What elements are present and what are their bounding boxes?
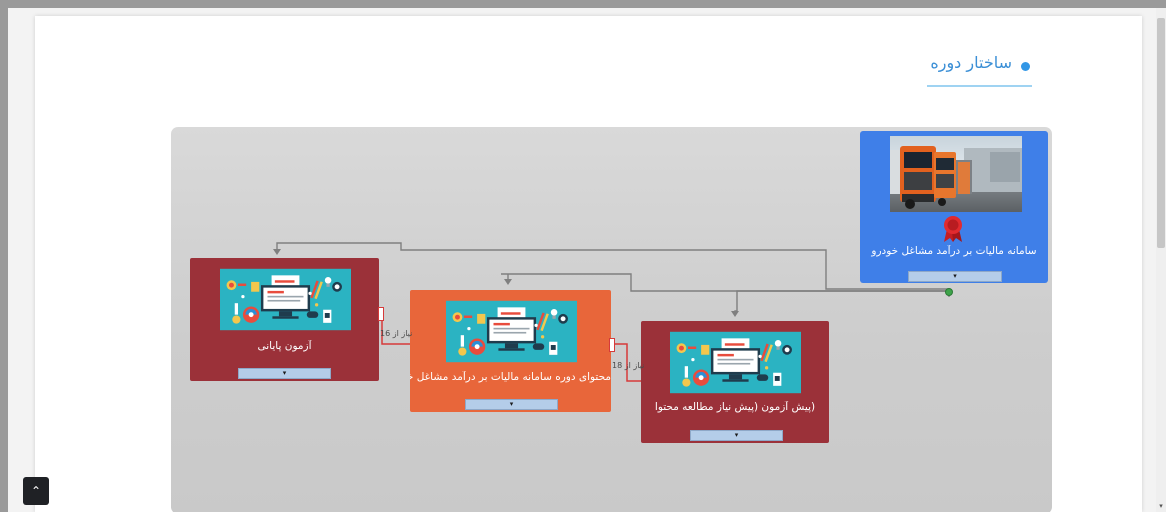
- section-header: ساختار دوره: [927, 49, 1032, 87]
- course-content-node[interactable]: محتوای دوره سامانه مالیات بر درآمد مشاغل…: [410, 290, 611, 412]
- prerequisite-label: نیاز از 18: [612, 361, 644, 370]
- chevron-down-icon: ▾: [734, 431, 739, 439]
- final-exam-expand-button[interactable]: ▾: [238, 368, 331, 379]
- prereq-connector-tab: [609, 338, 615, 352]
- elearning-illustration: [220, 262, 351, 337]
- final-exam-node[interactable]: آزمون پایانی ▾: [190, 258, 379, 381]
- vertical-scrollbar[interactable]: ▾: [1156, 8, 1166, 512]
- elearning-illustration: [670, 325, 801, 400]
- prerequisite-text: نیاز از: [624, 361, 645, 370]
- prerequisite-text: نیاز از: [392, 329, 413, 338]
- course-content-expand-button[interactable]: ▾: [465, 399, 558, 410]
- prerequisite-number: 18: [612, 361, 623, 370]
- pretest-title: (پیش آزمون (پیش نیاز مطالعه محتوا: [654, 401, 816, 413]
- course-structure-diagram: سامانه مالیات بر درآمد مشاغل خودرو ▾ آزم…: [171, 127, 1052, 512]
- scrollbar-thumb[interactable]: [1157, 18, 1165, 248]
- section-title: ساختار دوره: [930, 53, 1012, 72]
- truck-image: [890, 136, 1022, 212]
- chevron-down-icon: ▾: [509, 400, 514, 408]
- chevron-down-icon: ▾: [282, 369, 287, 377]
- final-exam-title: آزمون پایانی: [257, 340, 312, 352]
- chevron-up-icon: ⌃: [30, 484, 42, 498]
- chevron-down-icon: ▾: [953, 272, 957, 280]
- pretest-expand-button[interactable]: ▾: [690, 430, 783, 441]
- section-bullet-icon: [1021, 62, 1030, 71]
- browser-viewport: ساختار دوره سامانه مالیات بر درآمد مشاغل…: [8, 8, 1166, 512]
- prerequisite-number: 16: [380, 329, 391, 338]
- ribbon-award-icon: [942, 215, 964, 243]
- prereq-connector-tab: [378, 307, 384, 321]
- course-connector-dot: [945, 288, 953, 296]
- scroll-down-arrow-icon[interactable]: ▾: [1157, 502, 1165, 510]
- page-content: ساختار دوره سامانه مالیات بر درآمد مشاغل…: [35, 16, 1142, 512]
- pretest-node[interactable]: (پیش آزمون (پیش نیاز مطالعه محتوا ▾: [641, 321, 829, 443]
- prerequisite-label: نیاز از 16: [380, 329, 412, 338]
- course-expand-button[interactable]: ▾: [908, 271, 1002, 282]
- course-node[interactable]: سامانه مالیات بر درآمد مشاغل خودرو ▾: [860, 131, 1048, 283]
- elearning-illustration: [446, 294, 577, 369]
- back-to-top-button[interactable]: ⌃: [23, 477, 49, 505]
- course-content-title: محتوای دوره سامانه مالیات بر درآمد مشاغل…: [410, 371, 611, 383]
- course-title: سامانه مالیات بر درآمد مشاغل خودرو: [871, 245, 1037, 257]
